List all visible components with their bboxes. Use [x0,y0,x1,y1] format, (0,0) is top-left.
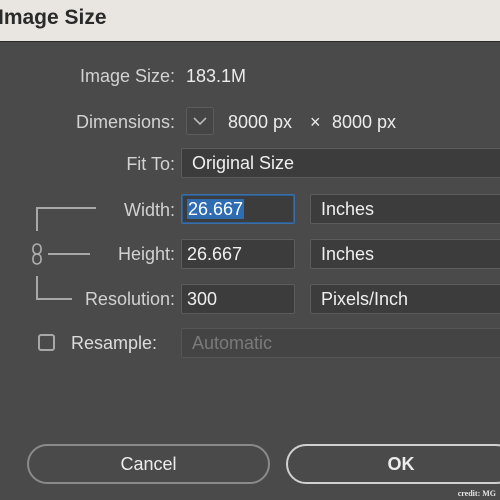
height-label: Height: [117,244,175,264]
resolution-input[interactable]: 300 [181,284,295,314]
resample-method-value: Automatic [192,333,273,353]
resolution-label: Resolution: [84,289,175,309]
resample-checkbox[interactable] [38,334,55,351]
ok-button[interactable]: OK [286,444,500,484]
height-value: 26.667 [187,244,243,264]
resample-method-select: Automatic [181,328,500,358]
width-value: 26.667 [187,199,245,219]
dialog-title: Image Size [0,6,107,29]
dimensions-label: Dimensions: [75,112,175,132]
resample-label[interactable]: Resample: [71,333,157,354]
height-unit-select[interactable]: Inches [310,239,500,269]
height-unit: Inches [321,244,375,264]
fit-to-value: Original Size [192,153,295,173]
dimensions-height: 8000 px [332,112,397,132]
title-bar: Image Size [0,0,500,42]
image-size-value: 183.1M [186,66,247,86]
chevron-down-icon [193,117,207,126]
dimensions-width: 8000 px [228,112,293,132]
resolution-value: 300 [187,289,218,309]
resolution-unit: Pixels/Inch [321,289,409,309]
photo-credit: credit: MG [457,489,496,498]
dimensions-dropdown-button[interactable] [186,107,214,135]
cancel-button[interactable]: Cancel [27,444,270,484]
width-label: Width: [123,200,175,220]
width-unit: Inches [321,199,375,219]
resolution-unit-select[interactable]: Pixels/Inch [310,284,500,314]
image-size-label: Image Size: [79,66,175,86]
width-unit-select[interactable]: Inches [310,194,500,224]
fit-to-select[interactable]: Original Size [181,148,500,178]
height-input[interactable]: 26.667 [181,239,295,269]
dimensions-times: × [310,112,321,132]
fit-to-label: Fit To: [126,154,175,174]
width-input[interactable]: 26.667 [181,194,295,224]
